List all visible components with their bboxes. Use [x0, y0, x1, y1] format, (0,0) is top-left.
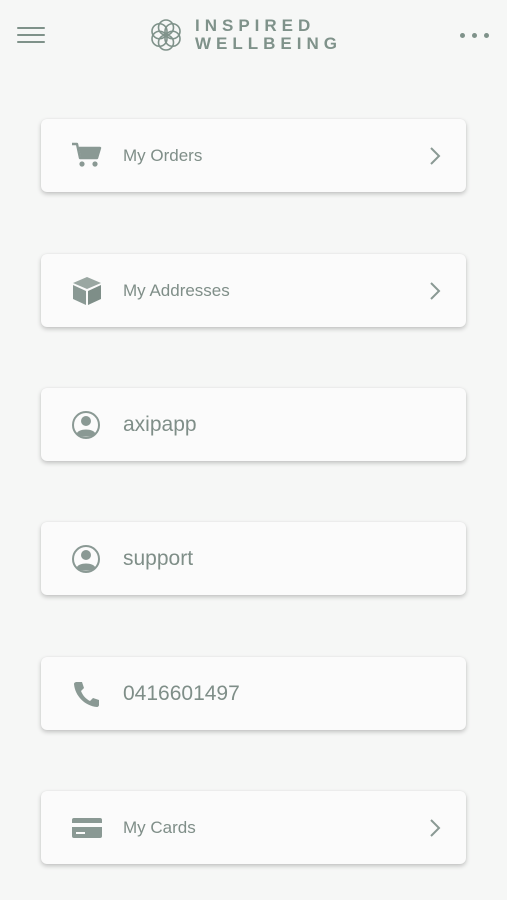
chevron-right-icon [430, 282, 441, 300]
menu-item-label: My Orders [123, 146, 203, 165]
hamburger-menu-icon[interactable] [14, 22, 48, 48]
menu-item-my-cards[interactable]: My Cards [41, 791, 466, 864]
shopping-cart-icon [71, 141, 103, 171]
logo-flower-icon [151, 19, 181, 51]
more-options-icon[interactable] [456, 24, 494, 46]
logo-line-2: WELLBEING [195, 34, 342, 53]
chevron-right-icon [430, 819, 441, 837]
menu-item-my-orders[interactable]: My Orders [41, 119, 466, 192]
menu-item-my-addresses[interactable]: My Addresses [41, 254, 466, 327]
app-logo: INSPIRED WELLBEING [148, 16, 358, 56]
chevron-right-icon [430, 147, 441, 165]
menu-item-label: support [123, 547, 194, 570]
menu-item-phone[interactable]: 0416601497 [41, 657, 466, 730]
menu-item-label: axipapp [123, 413, 197, 436]
box-icon [71, 276, 103, 306]
credit-card-icon [71, 813, 103, 843]
menu-item-label: My Cards [123, 818, 196, 837]
menu-item-label: 0416601497 [123, 682, 240, 705]
menu-item-support[interactable]: support [41, 522, 466, 595]
phone-icon [71, 679, 103, 709]
menu-item-label: My Addresses [123, 281, 230, 300]
menu-item-username[interactable]: axipapp [41, 388, 466, 461]
user-icon [71, 410, 103, 440]
logo-text: INSPIRED WELLBEING [195, 17, 342, 53]
app-header: INSPIRED WELLBEING [0, 0, 507, 72]
logo-line-1: INSPIRED [195, 16, 316, 35]
user-icon [71, 544, 103, 574]
